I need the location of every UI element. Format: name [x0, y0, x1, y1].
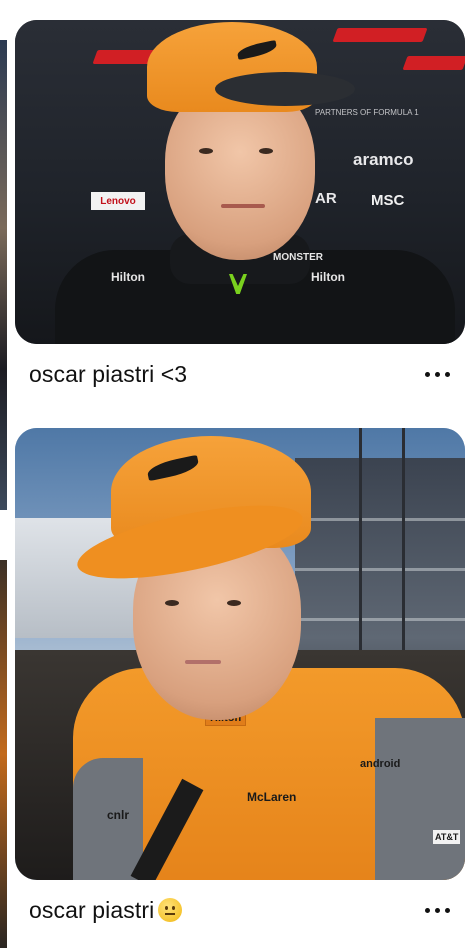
suit-sleeve: [375, 718, 465, 880]
android-logo: android: [360, 758, 401, 770]
scaffold-tower: [359, 428, 405, 668]
dot: [434, 371, 440, 377]
pin-footer: oscar piastri: [15, 880, 465, 940]
f1-logo: [402, 56, 465, 70]
neighbor-column-peek[interactable]: [0, 40, 7, 510]
neutral-face-emoji-icon: [158, 897, 183, 922]
aramco-logo: aramco: [353, 150, 414, 169]
msc-logo: MSC: [371, 192, 405, 209]
pin-title[interactable]: oscar piastri <3: [15, 361, 187, 388]
neighbor-column-peek[interactable]: [0, 560, 7, 948]
mclaren-logo: McLaren: [247, 790, 297, 804]
dot: [444, 907, 450, 913]
att-logo: AT&T: [433, 830, 461, 844]
dot: [444, 371, 450, 377]
dot: [424, 371, 430, 377]
left-eye: [165, 600, 179, 606]
pin-footer: oscar piastri <3: [15, 344, 465, 404]
cnlr-logo: cnlr: [107, 808, 130, 822]
dot: [424, 907, 430, 913]
more-options-button[interactable]: [415, 895, 459, 925]
more-options-button[interactable]: [415, 359, 459, 389]
monster-logo: MONSTER: [273, 252, 323, 263]
f1-logo: [332, 28, 428, 42]
smile: [221, 204, 265, 208]
partners-text: PARTNERS OF FORMULA 1: [315, 108, 419, 117]
pin-title-text: oscar piastri: [29, 896, 155, 923]
right-eye: [227, 600, 241, 606]
pin-feed: PARTNERS OF FORMULA 1 aramco Lenovo AR M…: [0, 0, 474, 948]
pin-image[interactable]: Hilton android McLaren AT&T cnlr: [15, 428, 465, 880]
dot: [434, 907, 440, 913]
pin-card[interactable]: PARTNERS OF FORMULA 1 aramco Lenovo AR M…: [15, 20, 465, 404]
hilton-logo: Hilton: [111, 270, 145, 284]
left-eye: [199, 148, 213, 154]
ar-text: AR: [315, 190, 337, 207]
cap-brim: [215, 72, 355, 106]
neutral-mouth: [185, 660, 221, 664]
hilton-logo: Hilton: [311, 270, 345, 284]
pin-title[interactable]: oscar piastri: [15, 896, 183, 924]
right-eye: [259, 148, 273, 154]
pin-image[interactable]: PARTNERS OF FORMULA 1 aramco Lenovo AR M…: [15, 20, 465, 344]
pin-card[interactable]: Hilton android McLaren AT&T cnlr oscar p…: [15, 428, 465, 940]
lenovo-logo: Lenovo: [91, 192, 145, 210]
